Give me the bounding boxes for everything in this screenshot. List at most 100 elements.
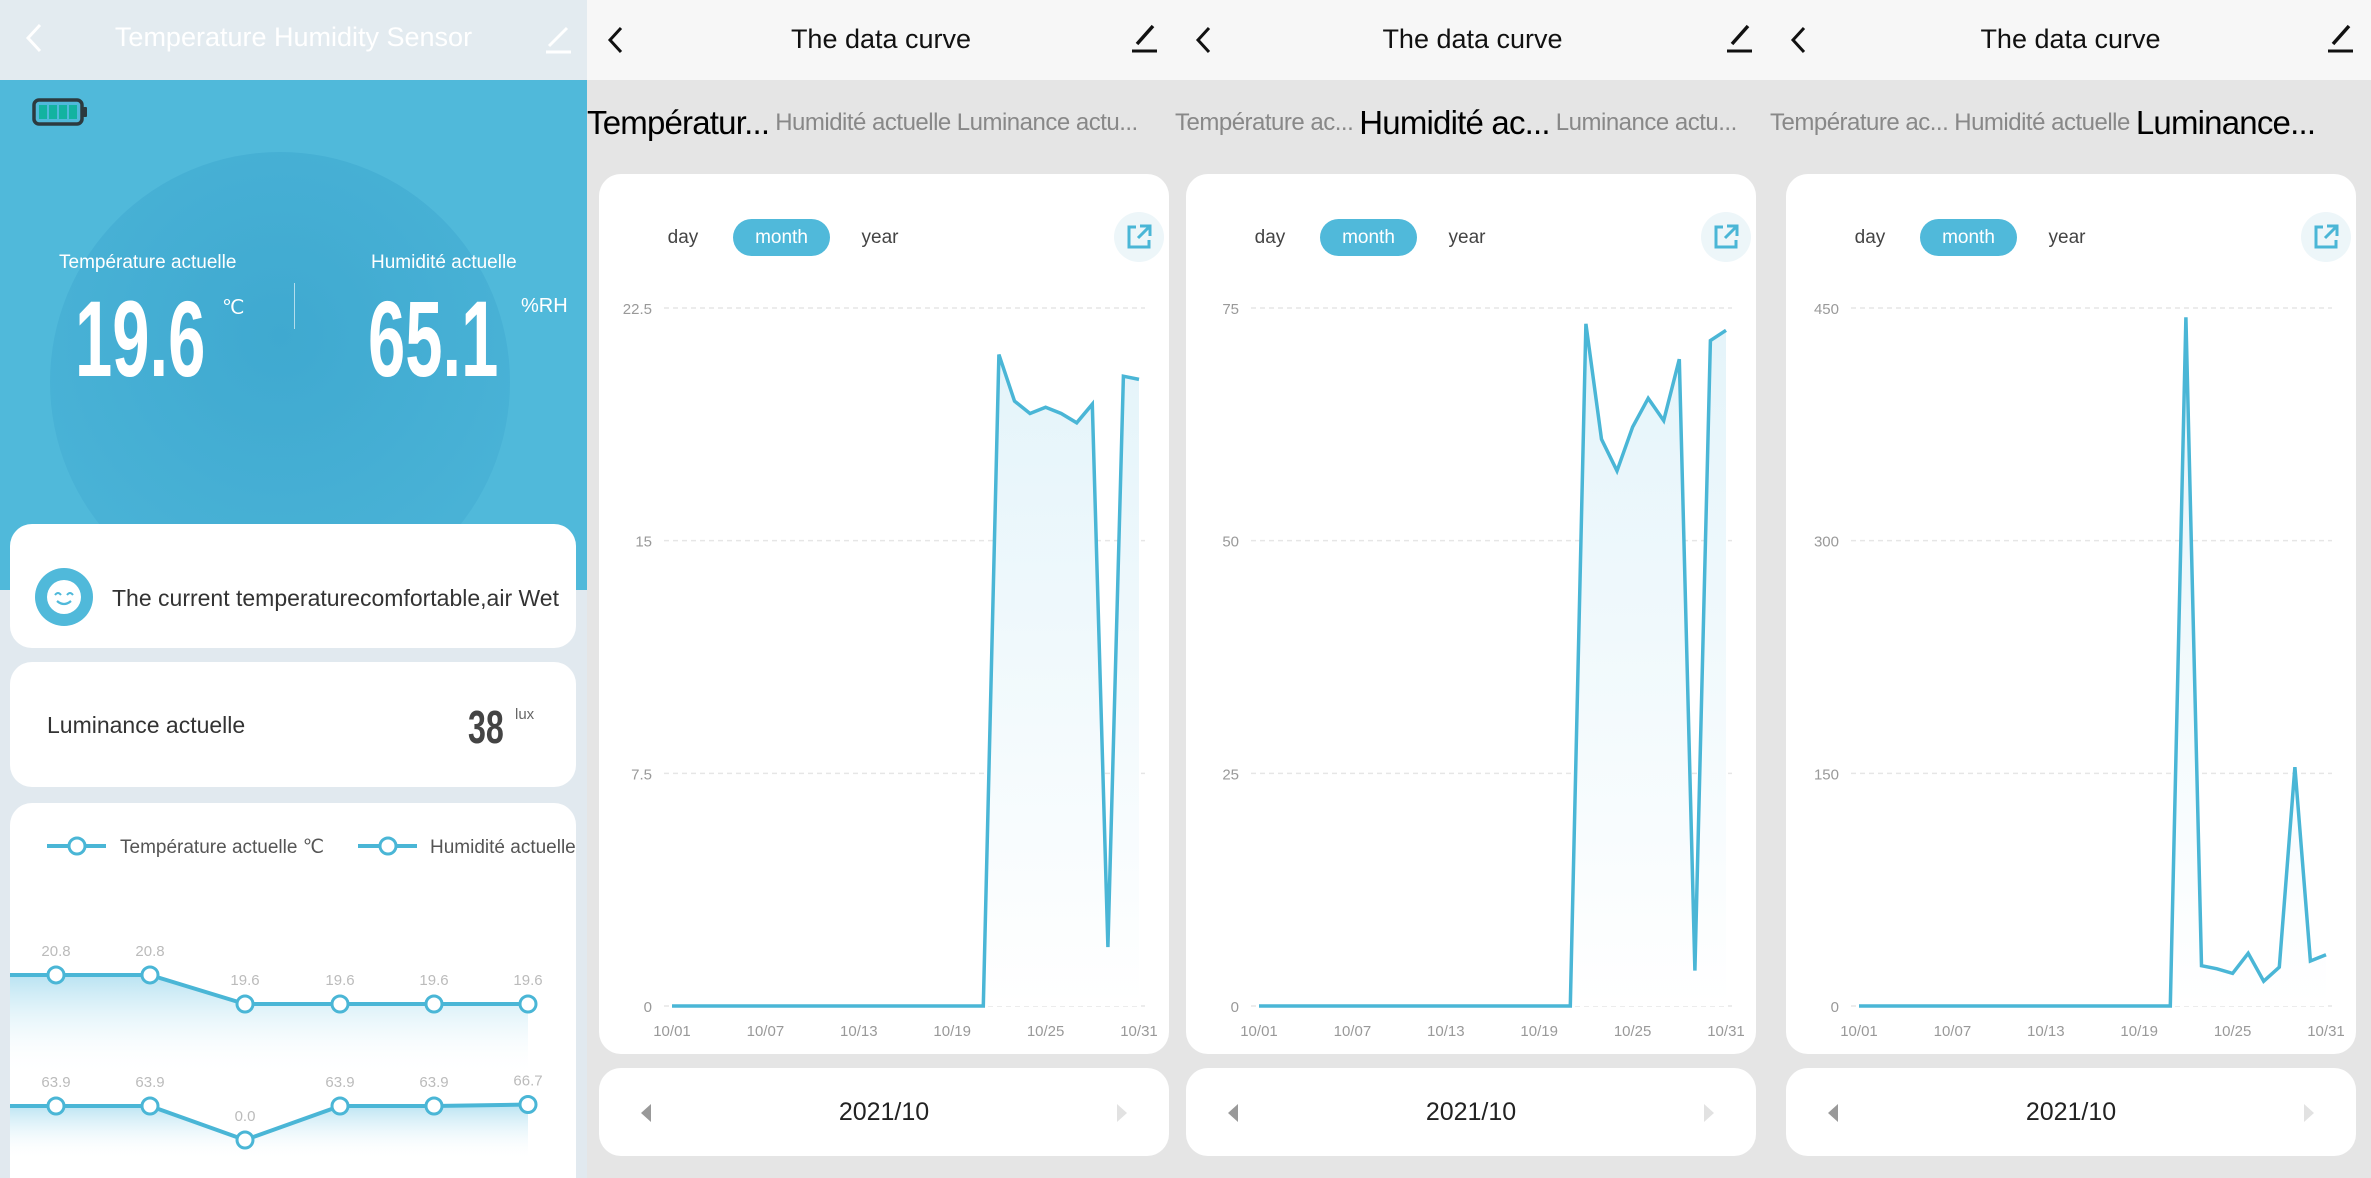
data-point[interactable]	[669, 1003, 675, 1009]
data-point[interactable]	[2307, 958, 2313, 964]
data-point[interactable]	[2027, 1003, 2033, 1009]
data-point[interactable]	[2121, 1003, 2127, 1009]
tab-humidity[interactable]: Humidité ac...	[1359, 104, 1550, 142]
data-point[interactable]	[424, 994, 444, 1014]
data-point[interactable]	[1521, 1003, 1527, 1009]
data-point[interactable]	[140, 1096, 160, 1116]
data-point[interactable]	[762, 1003, 768, 1009]
data-point[interactable]	[2167, 1003, 2173, 1009]
data-point[interactable]	[825, 1003, 831, 1009]
tab-temperature[interactable]: Température ac...	[1175, 109, 1354, 137]
data-point[interactable]	[1303, 1003, 1309, 1009]
data-point[interactable]	[1583, 321, 1589, 327]
edit-icon[interactable]	[2325, 20, 2355, 54]
data-point[interactable]	[1474, 1003, 1480, 1009]
data-point[interactable]	[1965, 1003, 1971, 1009]
data-point[interactable]	[794, 1003, 800, 1009]
data-point[interactable]	[1318, 1003, 1324, 1009]
data-point[interactable]	[700, 1003, 706, 1009]
data-point[interactable]	[1918, 1003, 1924, 1009]
data-point[interactable]	[46, 1096, 66, 1116]
data-point[interactable]	[1490, 1003, 1496, 1009]
data-point[interactable]	[2136, 1003, 2142, 1009]
next-month-arrow-icon[interactable]	[2304, 1104, 2314, 1122]
data-point[interactable]	[235, 994, 255, 1014]
data-point[interactable]	[1256, 1003, 1262, 1009]
data-point[interactable]	[903, 1003, 909, 1009]
data-point[interactable]	[934, 1003, 940, 1009]
data-point[interactable]	[918, 1003, 924, 1009]
data-point[interactable]	[747, 1003, 753, 1009]
data-point[interactable]	[1058, 410, 1064, 416]
data-point[interactable]	[716, 1003, 722, 1009]
data-point[interactable]	[1536, 1003, 1542, 1009]
data-point[interactable]	[887, 1003, 893, 1009]
tab-luminance[interactable]: Luminance actu...	[957, 109, 1138, 137]
data-point[interactable]	[518, 1095, 538, 1115]
data-point[interactable]	[46, 965, 66, 985]
data-point[interactable]	[1856, 1003, 1862, 1009]
data-point[interactable]	[1105, 944, 1111, 950]
data-point[interactable]	[2230, 970, 2236, 976]
tab-temperature[interactable]: Températur...	[587, 104, 770, 142]
legend-humidity[interactable]: Humidité actuelle	[358, 836, 576, 858]
data-point[interactable]	[330, 994, 350, 1014]
edit-icon[interactable]	[1129, 20, 1159, 54]
data-point[interactable]	[1381, 1003, 1387, 1009]
data-point[interactable]	[1996, 1003, 2002, 1009]
data-point[interactable]	[2245, 950, 2251, 956]
data-point[interactable]	[2074, 1003, 2080, 1009]
data-point[interactable]	[1872, 1003, 1878, 1009]
next-month-arrow-icon[interactable]	[1117, 1104, 1127, 1122]
data-point[interactable]	[1349, 1003, 1355, 1009]
data-point[interactable]	[2152, 1003, 2158, 1009]
data-point[interactable]	[1396, 1003, 1402, 1009]
data-point[interactable]	[2012, 1003, 2018, 1009]
data-point[interactable]	[1614, 468, 1620, 474]
data-point[interactable]	[1661, 418, 1667, 424]
data-point[interactable]	[2090, 1003, 2096, 1009]
data-point[interactable]	[871, 1003, 877, 1009]
data-point[interactable]	[1443, 1003, 1449, 1009]
data-point[interactable]	[1334, 1003, 1340, 1009]
edit-icon[interactable]	[1724, 20, 1754, 54]
legend-temperature[interactable]: Température actuelle ℃	[47, 836, 324, 858]
data-point[interactable]	[330, 1096, 350, 1116]
data-point[interactable]	[1427, 1003, 1433, 1009]
data-point[interactable]	[1567, 1003, 1573, 1009]
data-point[interactable]	[1287, 1003, 1293, 1009]
data-point[interactable]	[1723, 327, 1729, 333]
data-point[interactable]	[2183, 314, 2189, 320]
data-point[interactable]	[1027, 410, 1033, 416]
data-point[interactable]	[140, 965, 160, 985]
data-point[interactable]	[1089, 401, 1095, 407]
data-point[interactable]	[840, 1003, 846, 1009]
data-point[interactable]	[1692, 968, 1698, 974]
data-point[interactable]	[1887, 1003, 1893, 1009]
data-point[interactable]	[965, 1003, 971, 1009]
data-point[interactable]	[949, 1003, 955, 1009]
data-point[interactable]	[235, 1130, 255, 1150]
data-point[interactable]	[1934, 1003, 1940, 1009]
data-point[interactable]	[424, 1096, 444, 1116]
data-point[interactable]	[1981, 1003, 1987, 1009]
data-point[interactable]	[996, 352, 1002, 358]
data-point[interactable]	[2292, 764, 2298, 770]
data-point[interactable]	[1412, 1003, 1418, 1009]
data-point[interactable]	[1505, 1003, 1511, 1009]
data-point[interactable]	[2214, 966, 2220, 972]
data-point[interactable]	[1074, 420, 1080, 426]
data-point[interactable]	[1949, 1003, 1955, 1009]
data-point[interactable]	[1598, 436, 1604, 442]
data-point[interactable]	[1552, 1003, 1558, 1009]
data-point[interactable]	[1903, 1003, 1909, 1009]
data-point[interactable]	[731, 1003, 737, 1009]
data-point[interactable]	[2323, 952, 2329, 958]
tab-luminance[interactable]: Luminance...	[2136, 104, 2316, 142]
data-point[interactable]	[1365, 1003, 1371, 1009]
data-point[interactable]	[1043, 404, 1049, 410]
data-point[interactable]	[1630, 424, 1636, 430]
data-point[interactable]	[980, 1003, 986, 1009]
tab-luminance[interactable]: Luminance actu...	[1556, 109, 1737, 137]
data-point[interactable]	[1011, 398, 1017, 404]
